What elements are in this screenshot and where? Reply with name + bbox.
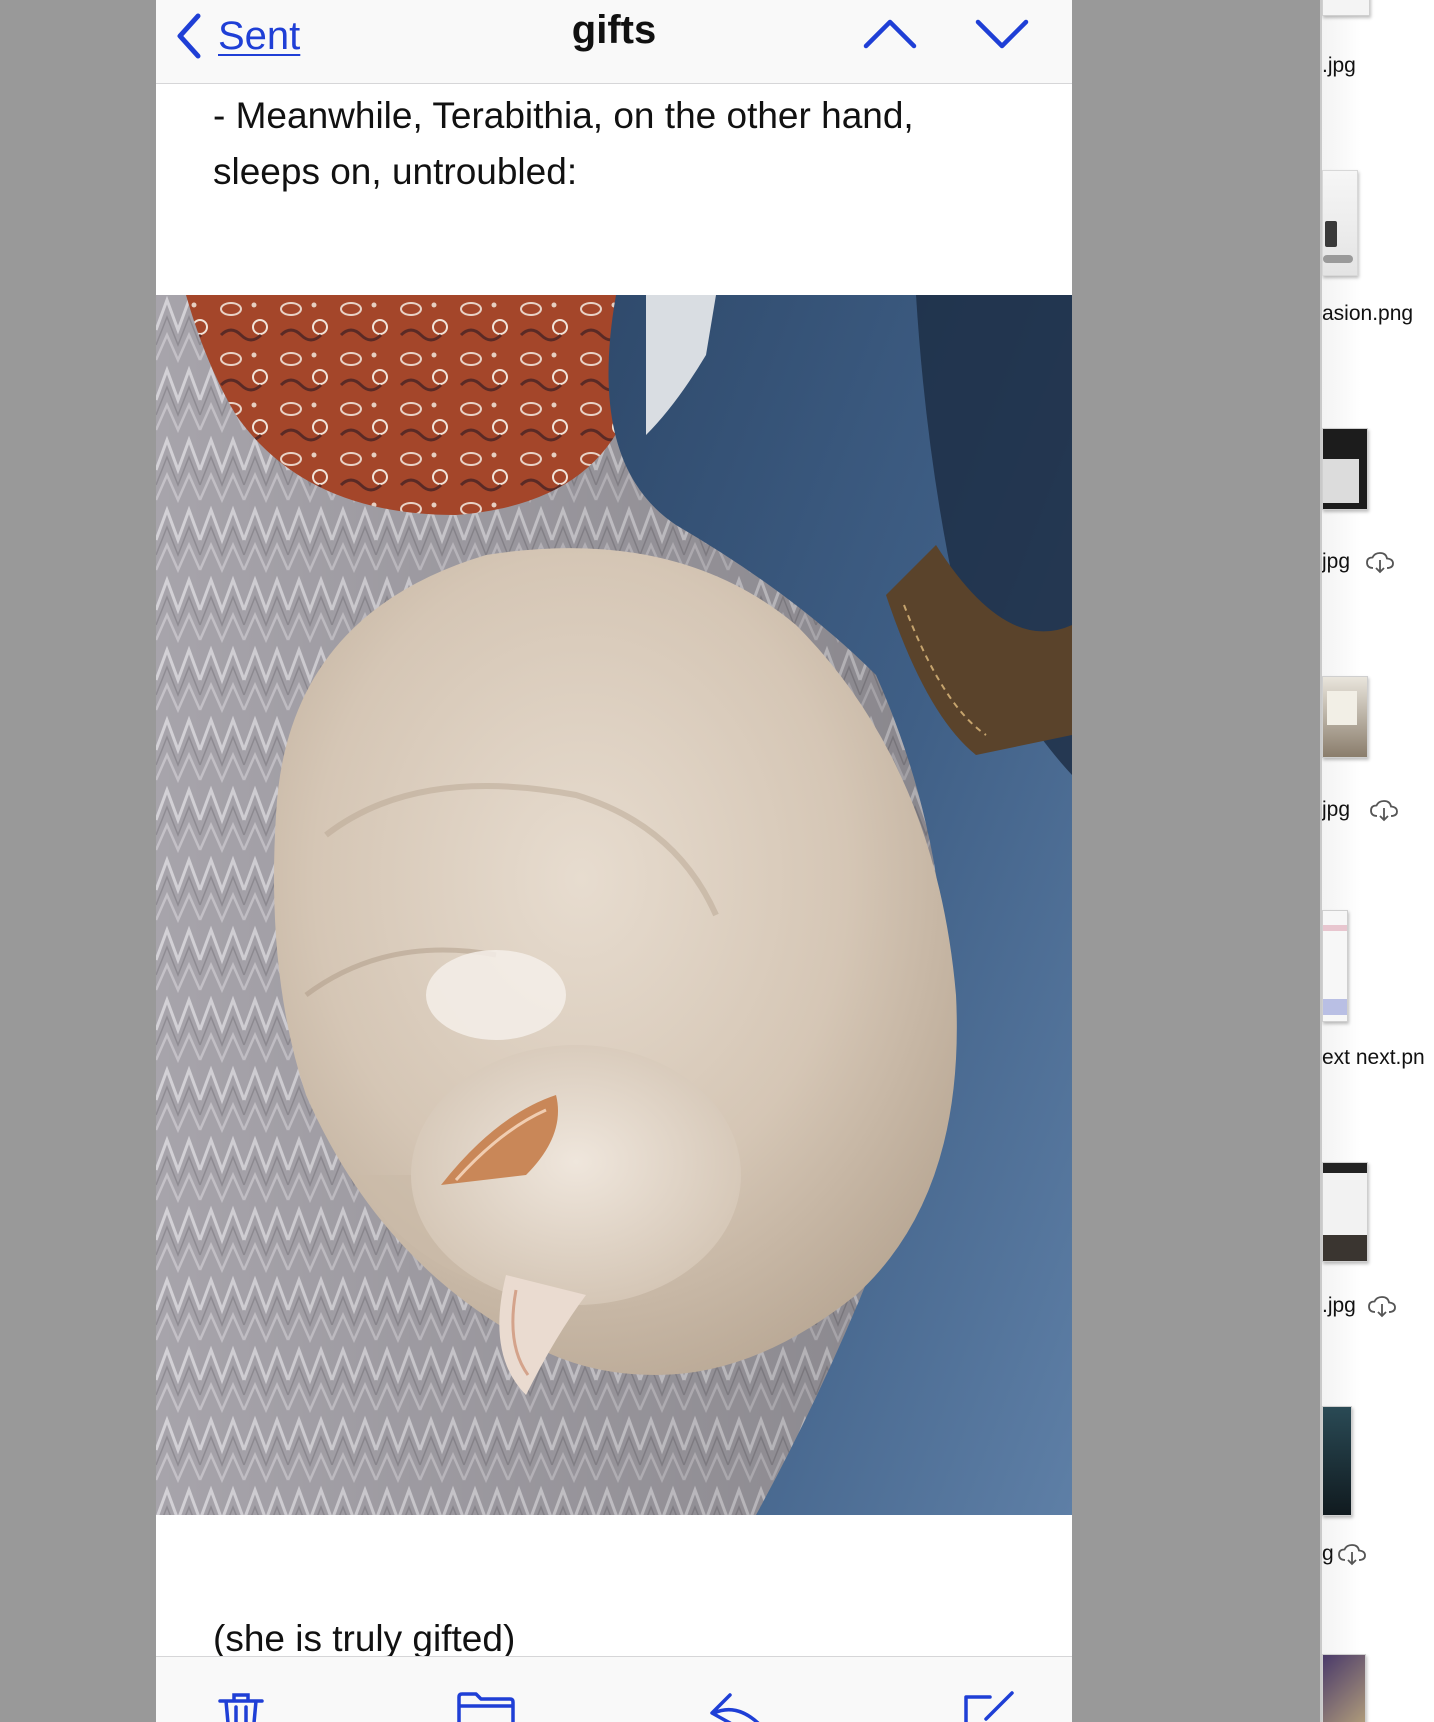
icloud-download-icon[interactable]: [1370, 800, 1398, 822]
reply-button[interactable]: [706, 1691, 762, 1722]
chevron-down-icon: [975, 19, 1029, 49]
cat-photo[interactable]: [156, 295, 1072, 1515]
mail-toolbar: [156, 1656, 1072, 1722]
icloud-download-icon[interactable]: [1368, 1296, 1396, 1318]
trash-button[interactable]: [216, 1691, 266, 1722]
file-name[interactable]: .jpg: [1322, 1294, 1356, 1318]
move-to-folder-button[interactable]: [456, 1691, 516, 1722]
file-name[interactable]: asion.png: [1322, 302, 1413, 326]
message-subject-title: gifts: [571, 8, 657, 52]
chevron-up-icon: [863, 19, 917, 49]
file-thumbnail[interactable]: [1322, 1162, 1368, 1262]
message-body-text: - Meanwhile, Terabithia, on the other ha…: [213, 95, 914, 192]
file-name[interactable]: g: [1322, 1542, 1334, 1566]
file-name[interactable]: .jpg: [1322, 54, 1356, 78]
navigation-bar: Sent gifts: [156, 0, 1072, 84]
file-name[interactable]: ext next.pn: [1322, 1046, 1425, 1070]
file-thumbnail[interactable]: [1322, 676, 1368, 758]
file-thumbnail[interactable]: [1322, 1406, 1352, 1516]
reply-arrow-icon: [710, 1693, 760, 1722]
file-name[interactable]: jpg: [1322, 798, 1350, 822]
finder-file-column: .jpg asion.png jpg jpg ext next.pn .jpg …: [1320, 0, 1434, 1722]
file-name[interactable]: jpg: [1322, 550, 1350, 574]
trash-icon: [218, 1693, 264, 1722]
next-message-button[interactable]: [974, 14, 1030, 59]
compose-button[interactable]: [960, 1691, 1016, 1722]
file-thumbnail[interactable]: [1322, 428, 1368, 510]
file-thumbnail[interactable]: [1322, 1654, 1366, 1722]
previous-message-button[interactable]: [862, 14, 918, 59]
file-thumbnail[interactable]: [1322, 170, 1358, 276]
mail-message-view: Sent gifts - Meanwhile, Terabithia, on t…: [156, 0, 1072, 1722]
icloud-download-icon[interactable]: [1338, 1544, 1366, 1566]
file-thumbnail[interactable]: [1322, 0, 1370, 16]
folder-icon: [457, 1692, 515, 1722]
icloud-download-icon[interactable]: [1366, 552, 1394, 574]
compose-icon: [964, 1691, 1014, 1722]
file-thumbnail[interactable]: [1322, 910, 1348, 1022]
